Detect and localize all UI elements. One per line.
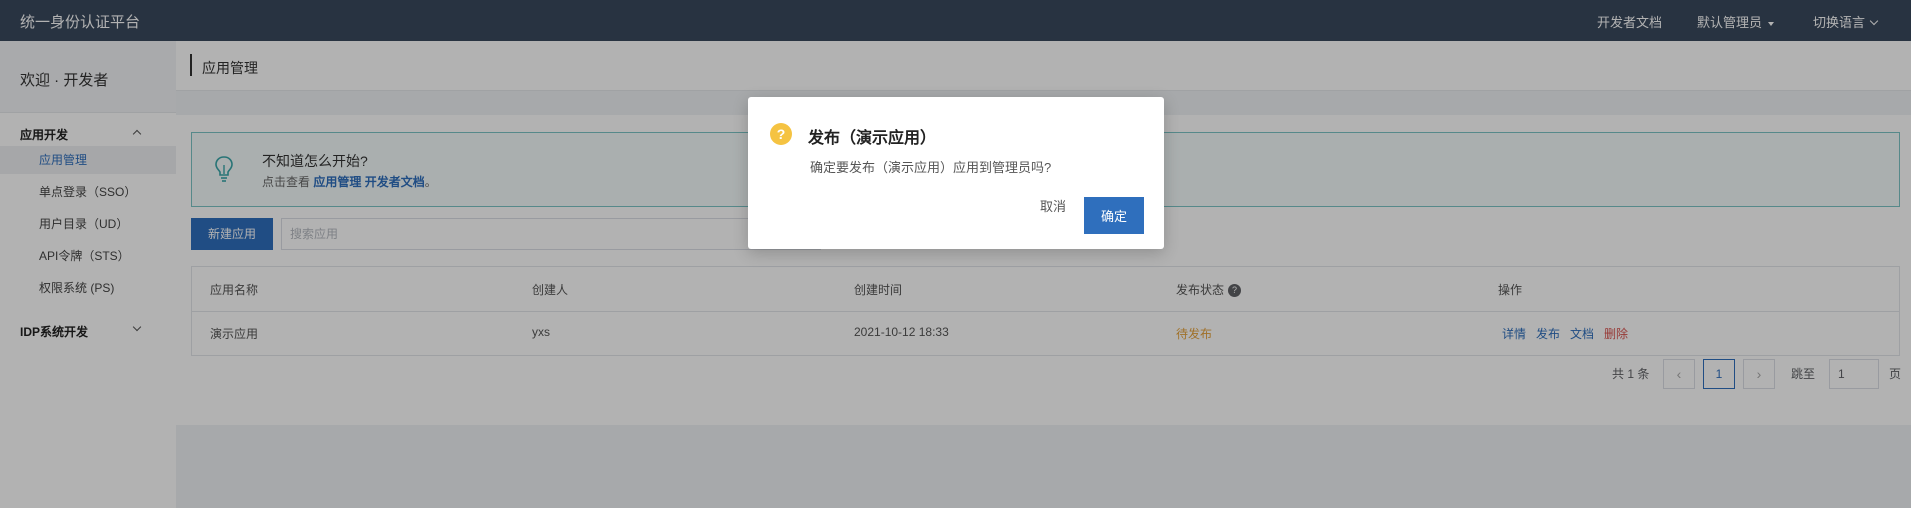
confirm-button[interactable]: 确定 [1084,197,1144,234]
modal-overlay[interactable] [0,0,1911,508]
question-icon: ? [770,123,792,145]
dialog-title: 发布（演示应用） [808,130,937,147]
dialog-message: 确定要发布（演示应用）应用到管理员吗? [810,160,1052,175]
publish-confirm-dialog: ? 发布（演示应用） 确定要发布（演示应用）应用到管理员吗? 取消 确定 [748,97,1164,249]
cancel-button[interactable]: 取消 [1040,196,1066,215]
